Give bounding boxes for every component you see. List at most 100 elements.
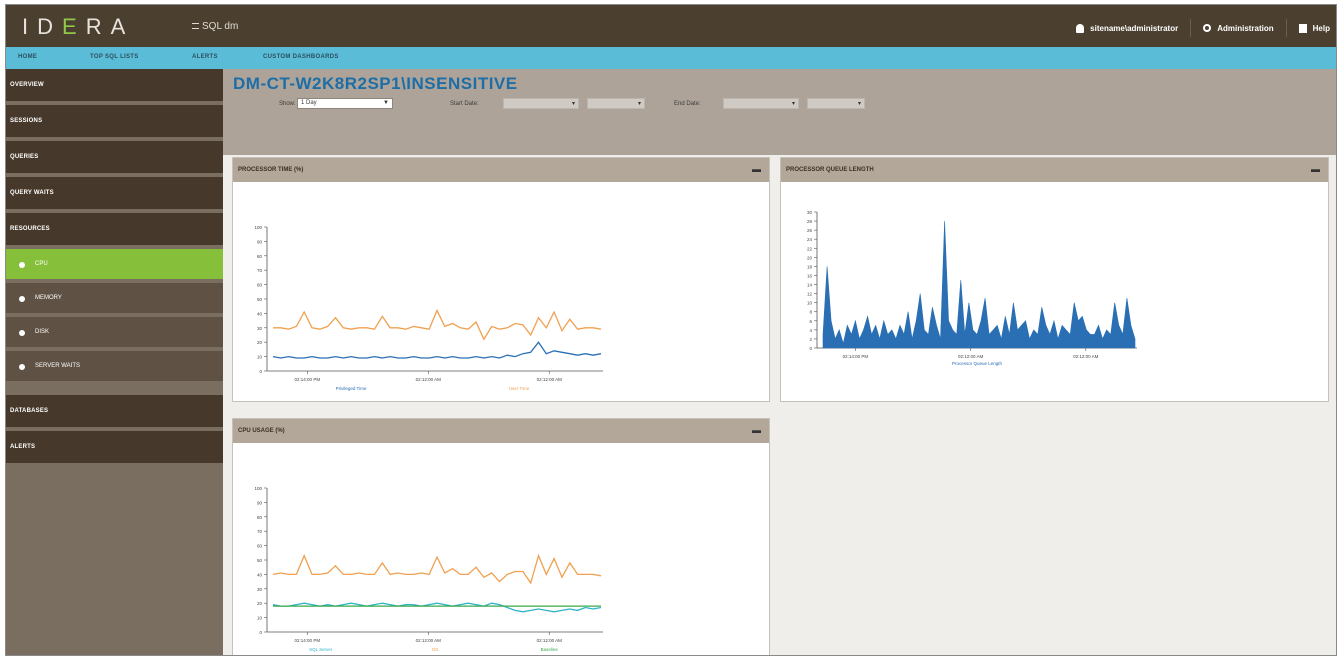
end-date-input[interactable]: ▾	[723, 98, 799, 109]
gear-icon	[1203, 24, 1212, 32]
y-tick-label: 20	[807, 255, 813, 260]
panel-header: PROCESSOR QUEUE LENGTH ▬	[781, 158, 1328, 182]
x-tick-label: 02:12:00 AM	[416, 638, 442, 643]
start-time-input[interactable]: ▾	[587, 98, 645, 109]
x-tick-label: 02:12:00 AM	[537, 377, 563, 382]
collapse-icon[interactable]: ▬	[752, 425, 761, 435]
x-axis-label: Processor Queue Length	[952, 361, 1003, 366]
y-tick-label: 30	[257, 587, 263, 592]
y-tick-label: 18	[807, 264, 813, 269]
sidebar-item-label: RESOURCES	[10, 226, 50, 232]
sidebar-item-label: QUERY WAITS	[10, 190, 54, 196]
calendar-icon: ▾	[571, 101, 575, 107]
y-tick-label: 30	[807, 210, 813, 215]
y-tick-label: 70	[257, 268, 263, 273]
y-tick-label: 22	[807, 246, 813, 251]
top-bar: IDERA SQL dm sitename\administrator Admi…	[6, 5, 1336, 47]
sidebar-item-sessions[interactable]: SESSIONS	[6, 105, 223, 139]
collapse-icon[interactable]: ▬	[752, 164, 761, 174]
y-tick-label: 50	[257, 558, 263, 563]
sidebar-item-queries[interactable]: QUERIES	[6, 141, 223, 175]
page-header: DM-CT-W2K8R2SP1\INSENSITIVE Show: 1 Day ▼…	[223, 69, 1336, 155]
series-line	[273, 308, 602, 341]
panel-processor-queue-length: PROCESSOR QUEUE LENGTH ▬ 0 2 4 6 8 10 12 14 16 18…	[780, 157, 1329, 402]
sidebar-item-resources[interactable]: RESOURCES	[6, 213, 223, 247]
end-time-input[interactable]: ▾	[807, 98, 865, 109]
sidebar: OVERVIEW SESSIONS QUERIES QUERY WAITS RE…	[6, 69, 223, 655]
nav-tab-alerts[interactable]: ALERTS	[192, 54, 218, 60]
app-menu-button[interactable]: SQL dm	[192, 21, 238, 32]
x-tick-label: 02:12:00 AM	[416, 377, 442, 382]
panel-title: PROCESSOR QUEUE LENGTH	[786, 167, 874, 173]
processor-time-chart: 0 10 20 30 40 50 60 70 80 90 100 02:14:00 PM 02:12:0…	[254, 225, 603, 391]
start-date-label: Start Date:	[450, 101, 479, 107]
sidebar-subitem-server-waits[interactable]: SERVER WAITS	[6, 351, 223, 383]
page-title: DM-CT-W2K8R2SP1\INSENSITIVE	[233, 74, 518, 93]
y-tick-label: 14	[807, 283, 813, 288]
y-tick-label: 26	[807, 228, 813, 233]
series-line	[272, 602, 602, 613]
sidebar-subitem-memory[interactable]: MEMORY	[6, 283, 223, 315]
y-tick-label: 2	[809, 337, 812, 342]
y-tick-label: 40	[257, 572, 263, 577]
legend-entry: Privileged Time	[336, 386, 367, 391]
y-tick-label: 50	[257, 297, 263, 302]
bullet-icon	[19, 364, 25, 370]
y-tick-label: 60	[257, 283, 263, 288]
sidebar-subitem-label: MEMORY	[35, 295, 62, 301]
panel-header: PROCESSOR TIME (%) ▬	[233, 158, 769, 182]
y-tick-label: 60	[257, 544, 263, 549]
sidebar-item-databases[interactable]: DATABASES	[6, 395, 223, 429]
series-line	[272, 553, 602, 585]
collapse-icon[interactable]: ▬	[1311, 164, 1320, 174]
show-label: Show:	[279, 101, 296, 107]
sidebar-subitem-cpu[interactable]: CPU	[6, 249, 223, 281]
panel-title: PROCESSOR TIME (%)	[238, 167, 304, 173]
calendar-icon: ▾	[791, 101, 795, 107]
sidebar-item-overview[interactable]: OVERVIEW	[6, 69, 223, 103]
hamburger-icon	[192, 23, 199, 30]
sidebar-item-alerts[interactable]: ALERTS	[6, 431, 223, 465]
legend-entry: OS	[432, 647, 439, 652]
y-tick-label: 16	[807, 273, 813, 278]
end-date-label: End Date:	[674, 101, 701, 107]
sidebar-subitem-label: CPU	[35, 261, 48, 267]
y-tick-label: 80	[257, 254, 263, 259]
series-line	[272, 341, 602, 359]
panel-processor-time: PROCESSOR TIME (%) ▬ 0 10 20 30 40 50 60 70 80 90…	[232, 157, 770, 402]
legend-entry: Baseline	[541, 647, 559, 652]
sidebar-subitem-disk[interactable]: DISK	[6, 317, 223, 349]
y-tick-label: 10	[257, 355, 263, 360]
nav-tab-top-sql-lists[interactable]: TOP SQL LISTS	[90, 54, 139, 60]
help-link[interactable]: Help	[1298, 23, 1330, 33]
x-tick-label: 02:12:00 AM	[1073, 354, 1099, 359]
sidebar-item-label: ALERTS	[10, 444, 36, 450]
y-tick-label: 90	[257, 500, 263, 505]
start-date-input[interactable]: ▾	[503, 98, 579, 109]
user-menu[interactable]: sitename\administrator	[1076, 23, 1179, 33]
administration-link[interactable]: Administration	[1203, 23, 1274, 33]
nav-tab-custom-dashboards[interactable]: CUSTOM DASHBOARDS	[263, 54, 339, 60]
sidebar-item-query-waits[interactable]: QUERY WAITS	[6, 177, 223, 211]
panel-cpu-usage: CPU USAGE (%) ▬ 0 10 20 30 40 50 60 70 80 90 100 02…	[232, 418, 770, 655]
show-value: 1 Day	[301, 100, 317, 106]
x-tick-label: 02:14:00 PM	[843, 354, 869, 359]
sidebar-item-label: QUERIES	[10, 154, 39, 160]
y-tick-label: 24	[807, 237, 813, 242]
x-tick-label: 02:14:00 PM	[295, 377, 321, 382]
show-select[interactable]: 1 Day ▼	[297, 98, 393, 109]
app-window: IDERA SQL dm sitename\administrator Admi…	[5, 4, 1337, 656]
clock-icon: ▾	[857, 101, 861, 107]
panel-title: CPU USAGE (%)	[238, 428, 285, 434]
cpu-usage-chart: 0 10 20 30 40 50 60 70 80 90 100 02:14:00 PM 02:12:0…	[254, 486, 603, 652]
nav-tab-home[interactable]: HOME	[18, 54, 37, 60]
clock-icon: ▾	[637, 101, 641, 107]
user-label: sitename\administrator	[1090, 23, 1179, 33]
y-tick-label: 8	[809, 310, 812, 315]
app-name: SQL dm	[202, 21, 239, 32]
y-tick-label: 80	[257, 515, 263, 520]
administration-label: Administration	[1217, 23, 1274, 33]
divider	[1285, 19, 1287, 37]
bullet-icon	[19, 330, 25, 336]
help-icon	[1298, 23, 1307, 33]
